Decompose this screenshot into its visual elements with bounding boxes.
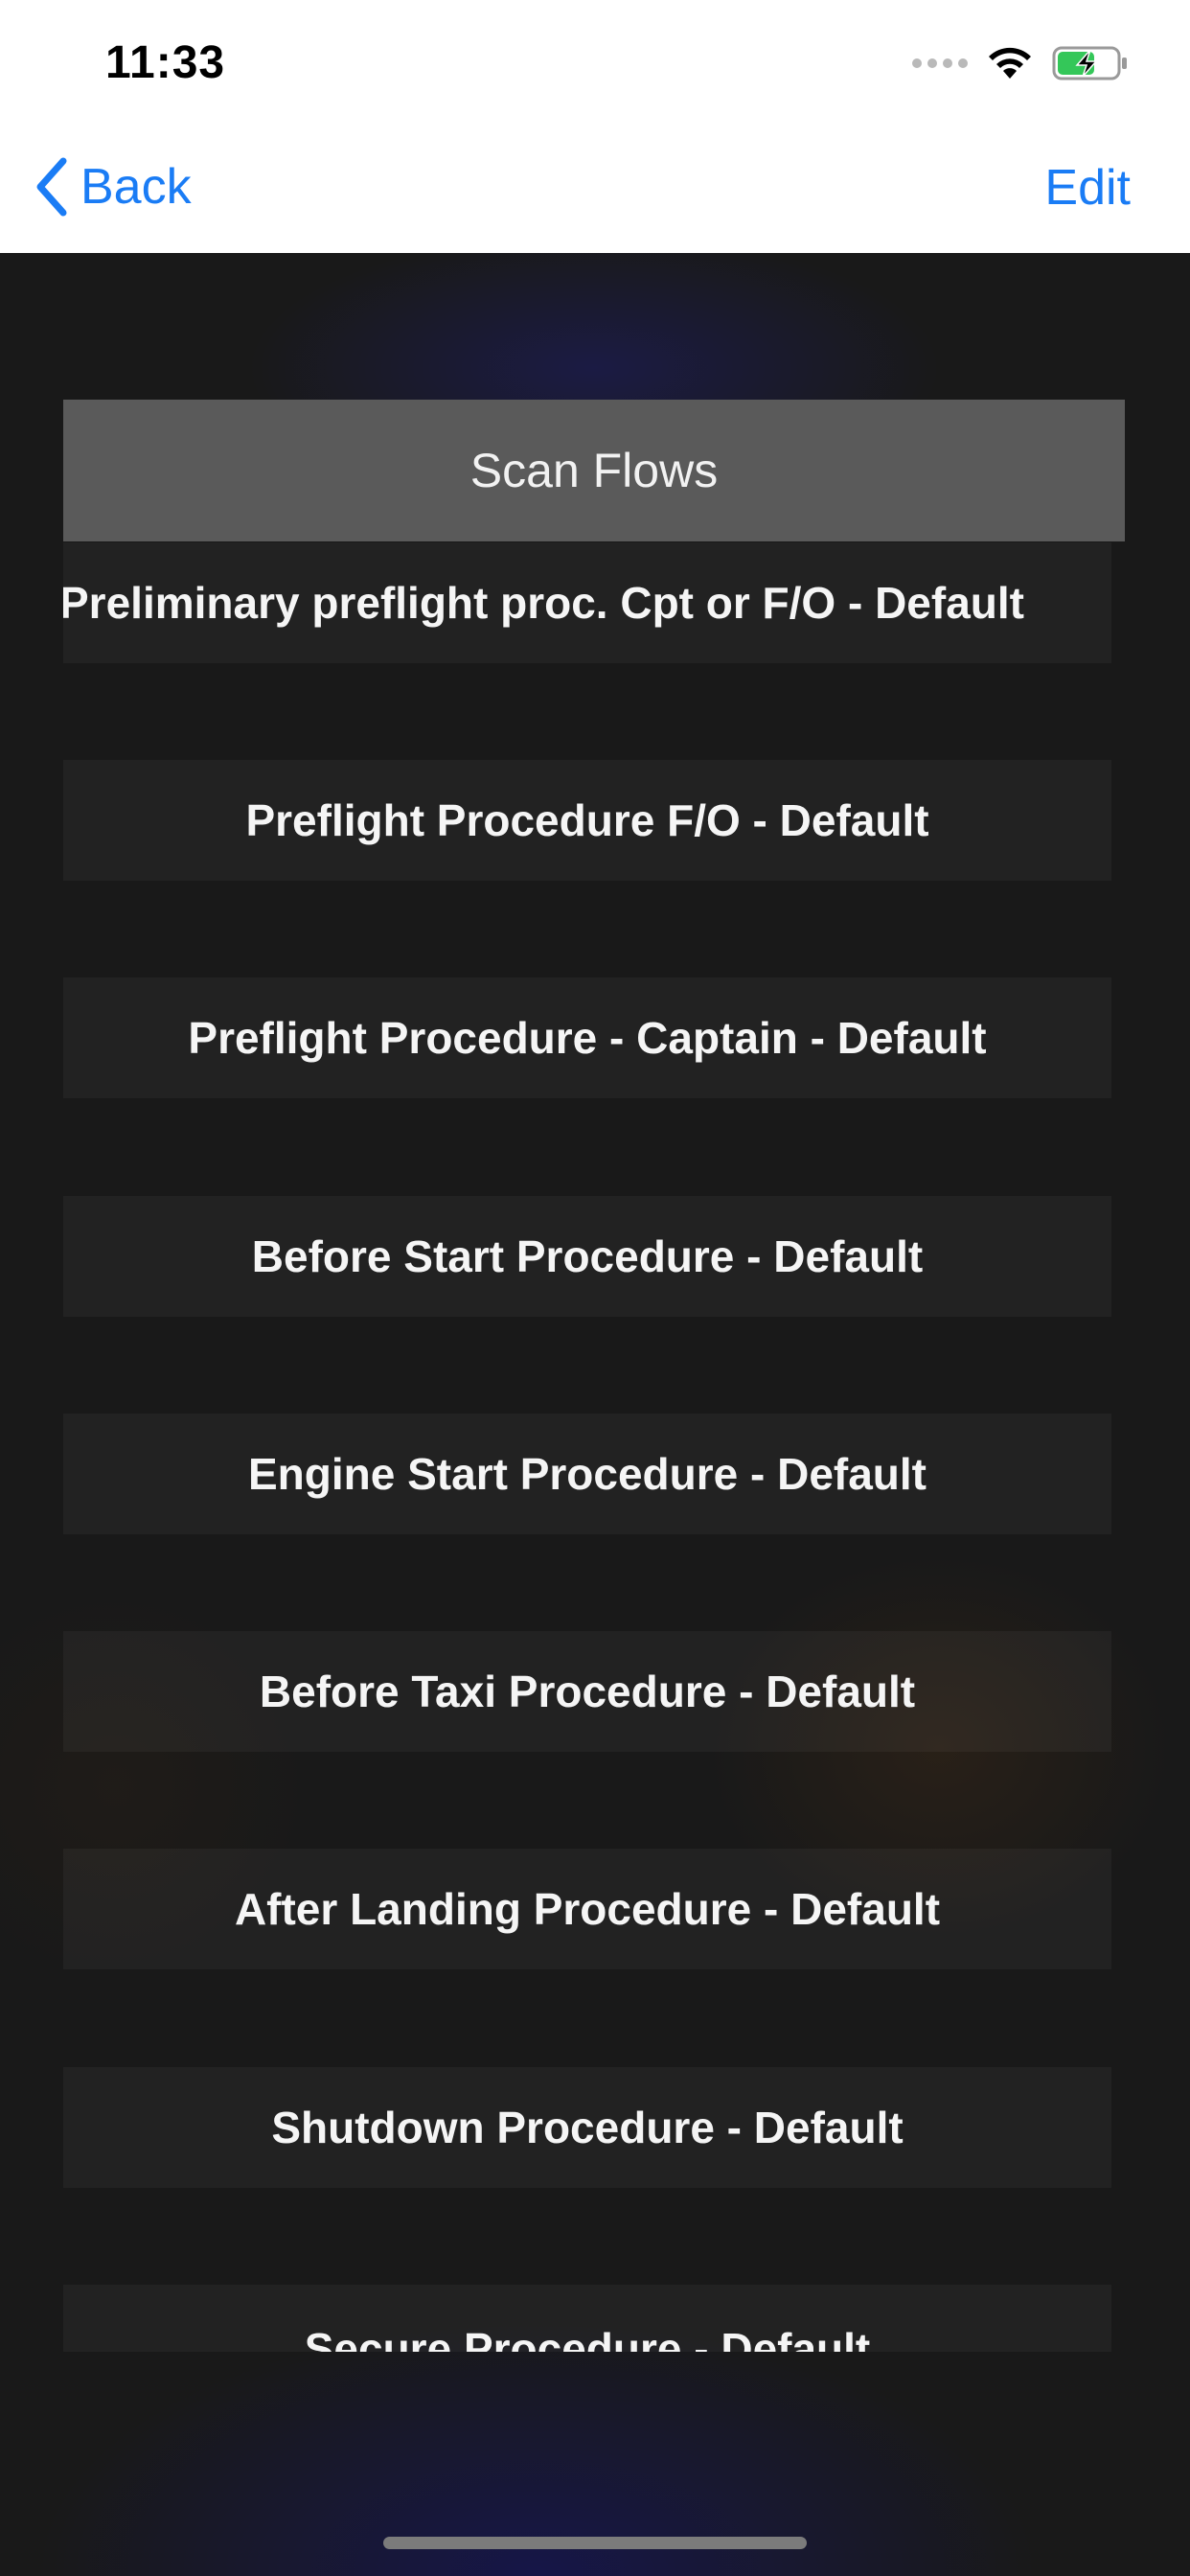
flow-item-preliminary-preflight[interactable]: Preliminary preflight proc. Cpt or F/O -… xyxy=(63,542,1111,663)
flow-item-label: Preliminary preflight proc. Cpt or F/O -… xyxy=(63,578,1024,628)
back-label: Back xyxy=(80,159,192,215)
section-header-scan-flows: Scan Flows xyxy=(63,400,1125,541)
status-time: 11:33 xyxy=(105,37,226,88)
flow-item-engine-start[interactable]: Engine Start Procedure - Default xyxy=(63,1414,1111,1534)
flow-item-label: Preflight Procedure F/O - Default xyxy=(245,795,929,845)
battery-charging-icon xyxy=(1052,46,1127,80)
wifi-icon xyxy=(989,47,1031,79)
status-icons xyxy=(912,42,1129,84)
home-indicator[interactable] xyxy=(383,2537,807,2549)
flow-item-label: Before Start Procedure - Default xyxy=(251,1231,924,1281)
flow-item-label: Preflight Procedure - Captain - Default xyxy=(188,1013,987,1063)
flow-item-label: After Landing Procedure - Default xyxy=(234,1884,941,1934)
flow-item-before-start[interactable]: Before Start Procedure - Default xyxy=(63,1196,1111,1317)
flow-item-preflight-captain[interactable]: Preflight Procedure - Captain - Default xyxy=(63,978,1111,1098)
flow-item-label: Before Taxi Procedure - Default xyxy=(259,1667,916,1716)
flow-item-label: Secure Procedure - Default xyxy=(304,2324,871,2352)
flow-item-before-taxi[interactable]: Before Taxi Procedure - Default xyxy=(63,1631,1111,1752)
navigation-bar: 11:33 Back Edit xyxy=(0,0,1190,253)
flow-item-label: Engine Start Procedure - Default xyxy=(247,1449,927,1499)
edit-button[interactable]: Edit xyxy=(1044,159,1131,217)
chevron-left-icon xyxy=(36,157,67,217)
back-button[interactable]: Back xyxy=(34,157,192,217)
flow-item-preflight-fo[interactable]: Preflight Procedure F/O - Default xyxy=(63,760,1111,881)
flow-item-secure[interactable]: Secure Procedure - Default xyxy=(63,2285,1111,2352)
flow-item-after-landing[interactable]: After Landing Procedure - Default xyxy=(63,1849,1111,1969)
cellular-dots-icon xyxy=(912,58,968,68)
flow-item-shutdown[interactable]: Shutdown Procedure - Default xyxy=(63,2067,1111,2188)
flow-item-label: Shutdown Procedure - Default xyxy=(271,2103,904,2152)
